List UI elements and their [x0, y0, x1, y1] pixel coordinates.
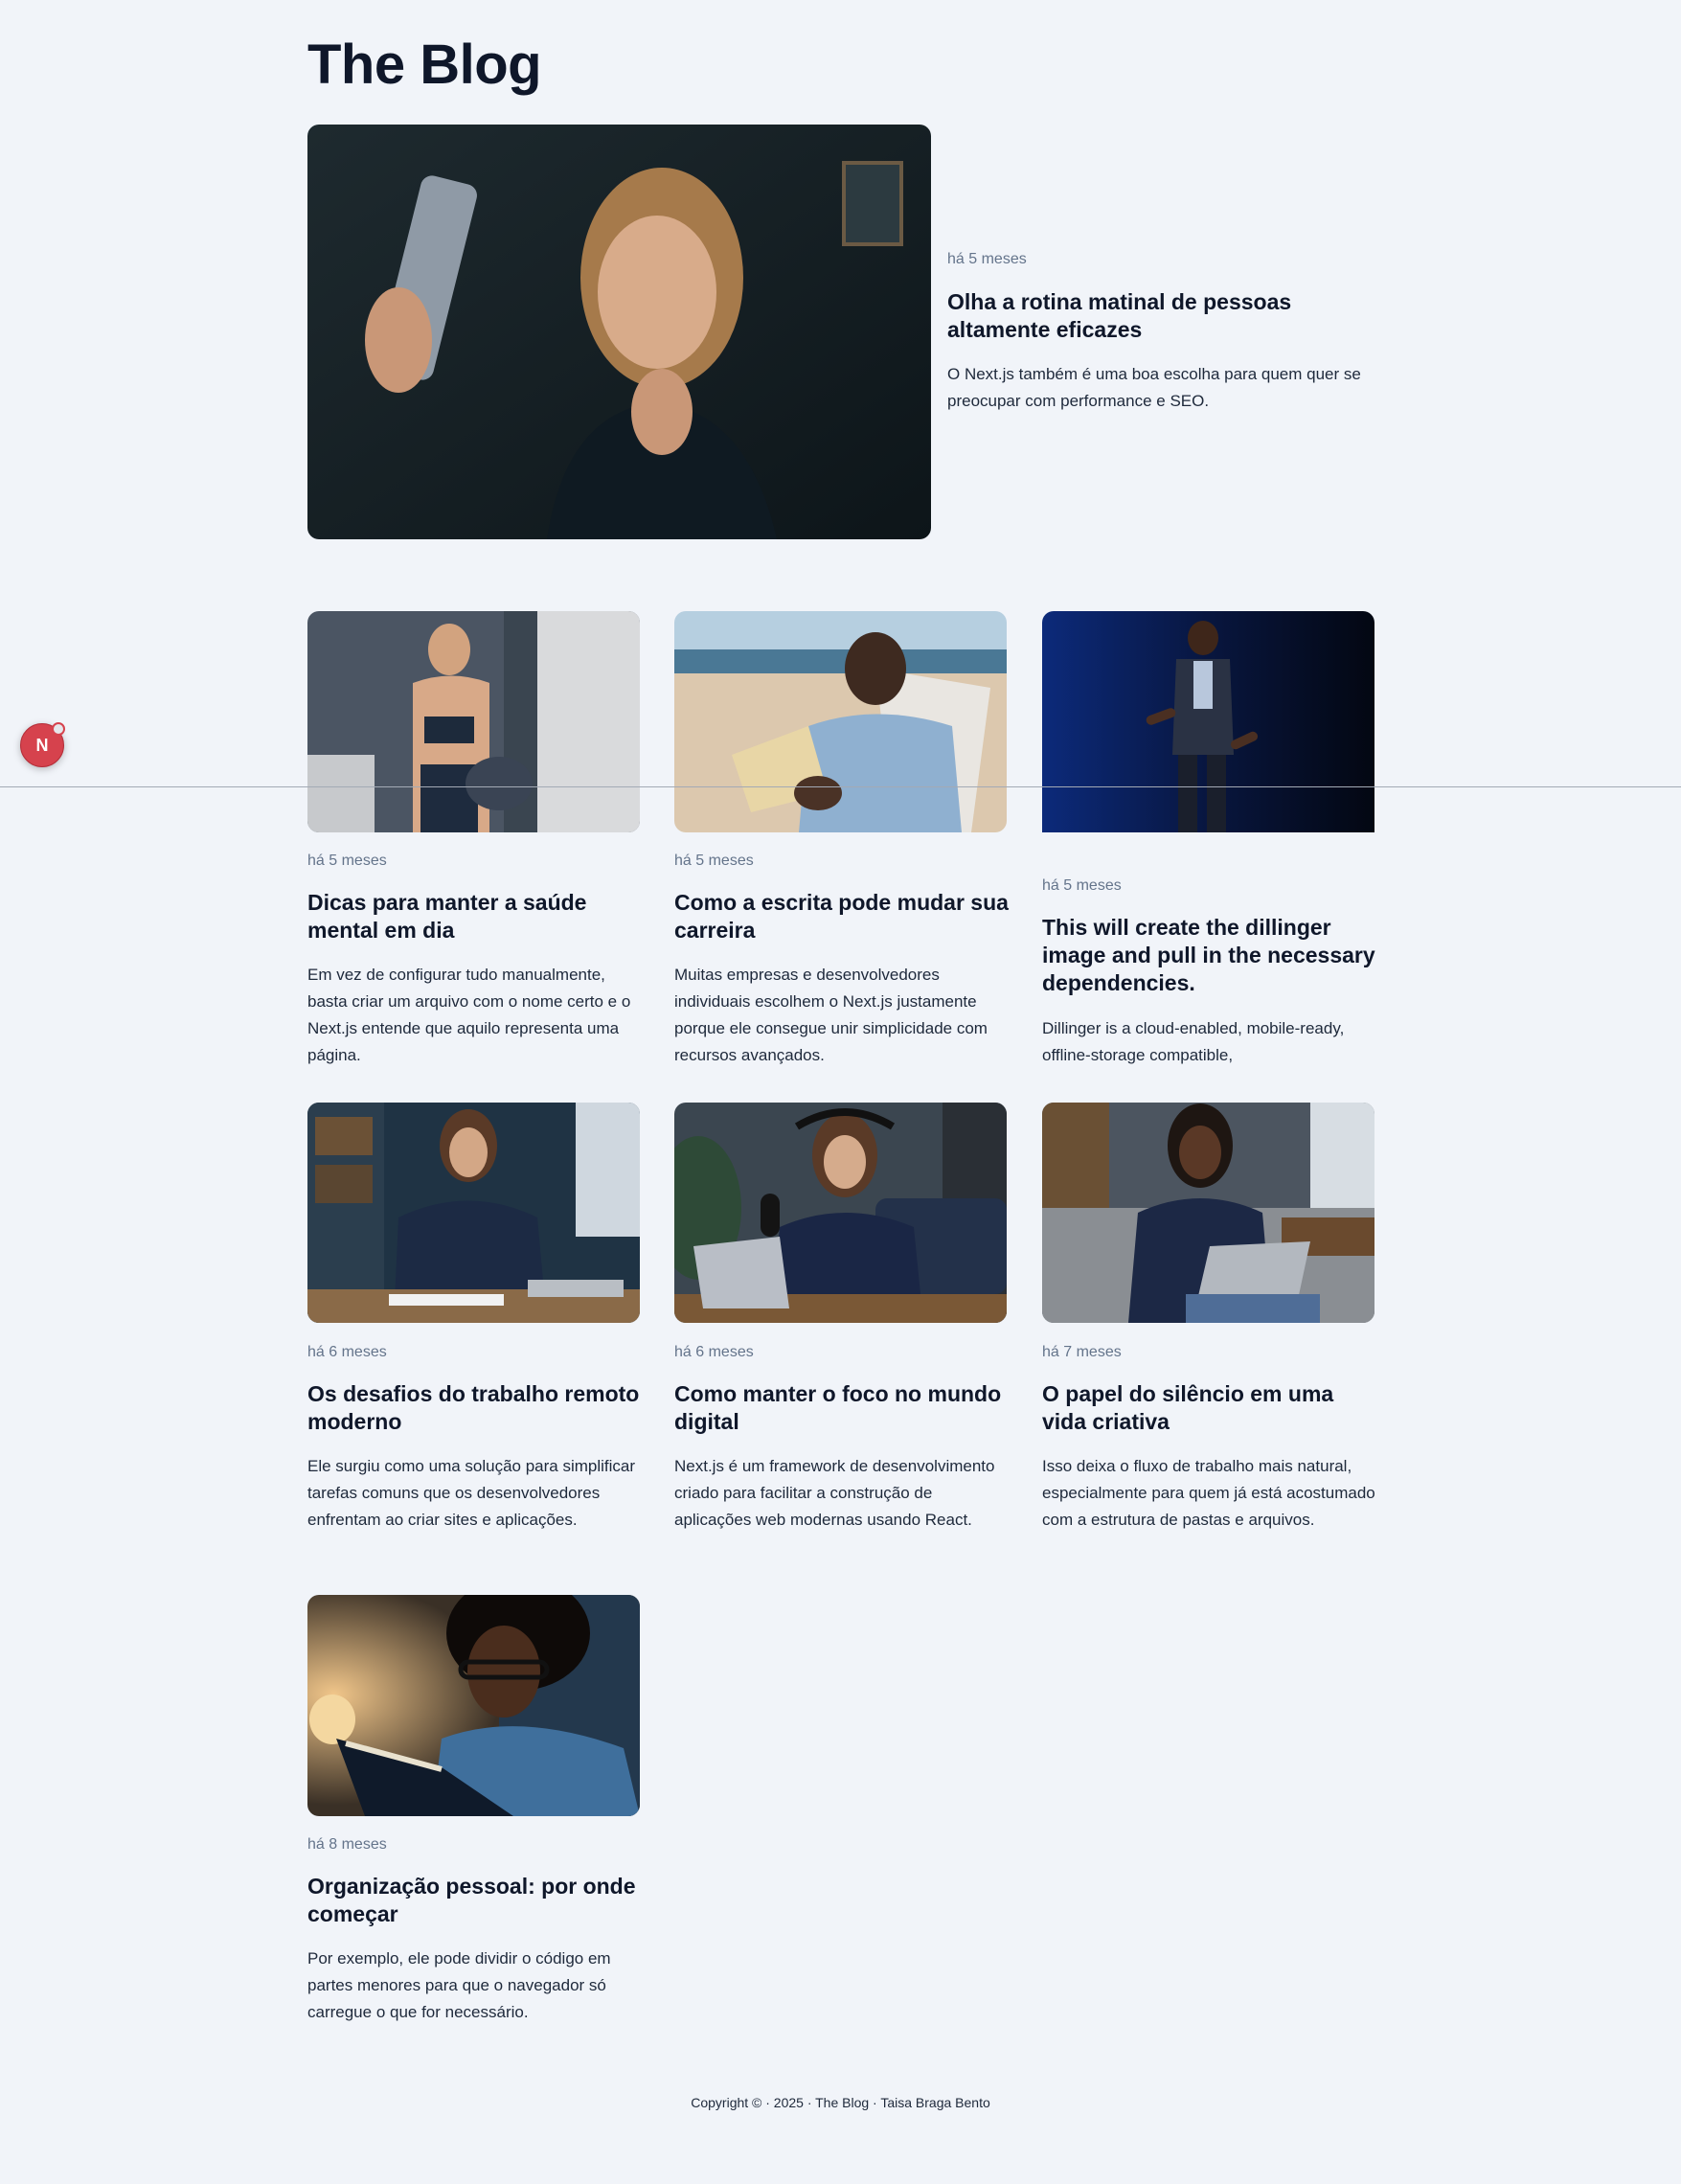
post-image[interactable] [1042, 611, 1374, 832]
post-time: há 8 meses [307, 1836, 387, 1853]
post-title[interactable]: O papel do silêncio em uma vida criativa [1042, 1380, 1377, 1436]
featured-post-title[interactable]: Olha a rotina matinal de pessoas altamen… [947, 288, 1378, 344]
post-time: há 7 meses [1042, 1344, 1122, 1360]
post-image[interactable] [307, 611, 640, 832]
post-time: há 5 meses [674, 853, 754, 869]
post-image[interactable] [307, 1103, 640, 1323]
horizontal-divider [0, 786, 1681, 787]
indicator-dot-icon [52, 722, 65, 736]
post-link[interactable]: This will create the dillinger image and… [1042, 915, 1375, 995]
post-excerpt: Next.js é um framework de desenvolviment… [674, 1457, 995, 1529]
post-link[interactable]: Os desafios do trabalho remoto moderno [307, 1381, 639, 1434]
post-time: há 6 meses [674, 1344, 754, 1360]
post-time: há 5 meses [1042, 877, 1122, 894]
post-excerpt: Muitas empresas e desenvolvedores indivi… [674, 966, 988, 1064]
post-excerpt: Por exemplo, ele pode dividir o código e… [307, 1949, 611, 2021]
post-title[interactable]: Como manter o foco no mundo digital [674, 1380, 1010, 1436]
post-time: há 5 meses [307, 853, 387, 869]
blog-page: The Blog há 5 meses Olha a rotina matina… [0, 0, 1681, 2184]
post-excerpt: Dillinger is a cloud-enabled, mobile-rea… [1042, 1019, 1345, 1064]
post-image[interactable] [674, 1103, 1007, 1323]
post-excerpt: Isso deixa o fluxo de trabalho mais natu… [1042, 1457, 1375, 1529]
post-link[interactable]: Organização pessoal: por onde começar [307, 1874, 636, 1926]
featured-post-excerpt: O Next.js também é uma boa escolha para … [947, 365, 1361, 410]
post-link[interactable]: Dicas para manter a saúde mental em dia [307, 890, 586, 943]
featured-post-link[interactable]: Olha a rotina matinal de pessoas altamen… [947, 289, 1291, 342]
post-time: há 6 meses [307, 1344, 387, 1360]
post-image[interactable] [674, 611, 1007, 832]
post-link[interactable]: Como manter o foco no mundo digital [674, 1381, 1001, 1434]
featured-post-time: há 5 meses [947, 251, 1027, 267]
featured-post-image[interactable] [307, 125, 931, 539]
post-title[interactable]: Dicas para manter a saúde mental em dia [307, 889, 640, 944]
site-title[interactable]: The Blog [307, 27, 542, 103]
post-link[interactable]: Como a escrita pode mudar sua carreira [674, 890, 1009, 943]
nextjs-dev-indicator[interactable]: N [20, 722, 65, 767]
post-excerpt: Em vez de configurar tudo manualmente, b… [307, 966, 631, 1064]
post-title[interactable]: Organização pessoal: por onde começar [307, 1873, 647, 1928]
post-title[interactable]: This will create the dillinger image and… [1042, 914, 1382, 997]
nextjs-logo-icon: N [35, 735, 49, 755]
footer-copyright: Copyright © · 2025 · The Blog · Taisa Br… [691, 2095, 990, 2110]
post-image[interactable] [307, 1595, 640, 1816]
post-title[interactable]: Os desafios do trabalho remoto moderno [307, 1380, 647, 1436]
post-image[interactable] [1042, 1103, 1374, 1323]
post-excerpt: Ele surgiu como uma solução para simplif… [307, 1457, 636, 1529]
post-link[interactable]: O papel do silêncio em uma vida criativa [1042, 1381, 1333, 1434]
post-title[interactable]: Como a escrita pode mudar sua carreira [674, 889, 1019, 944]
